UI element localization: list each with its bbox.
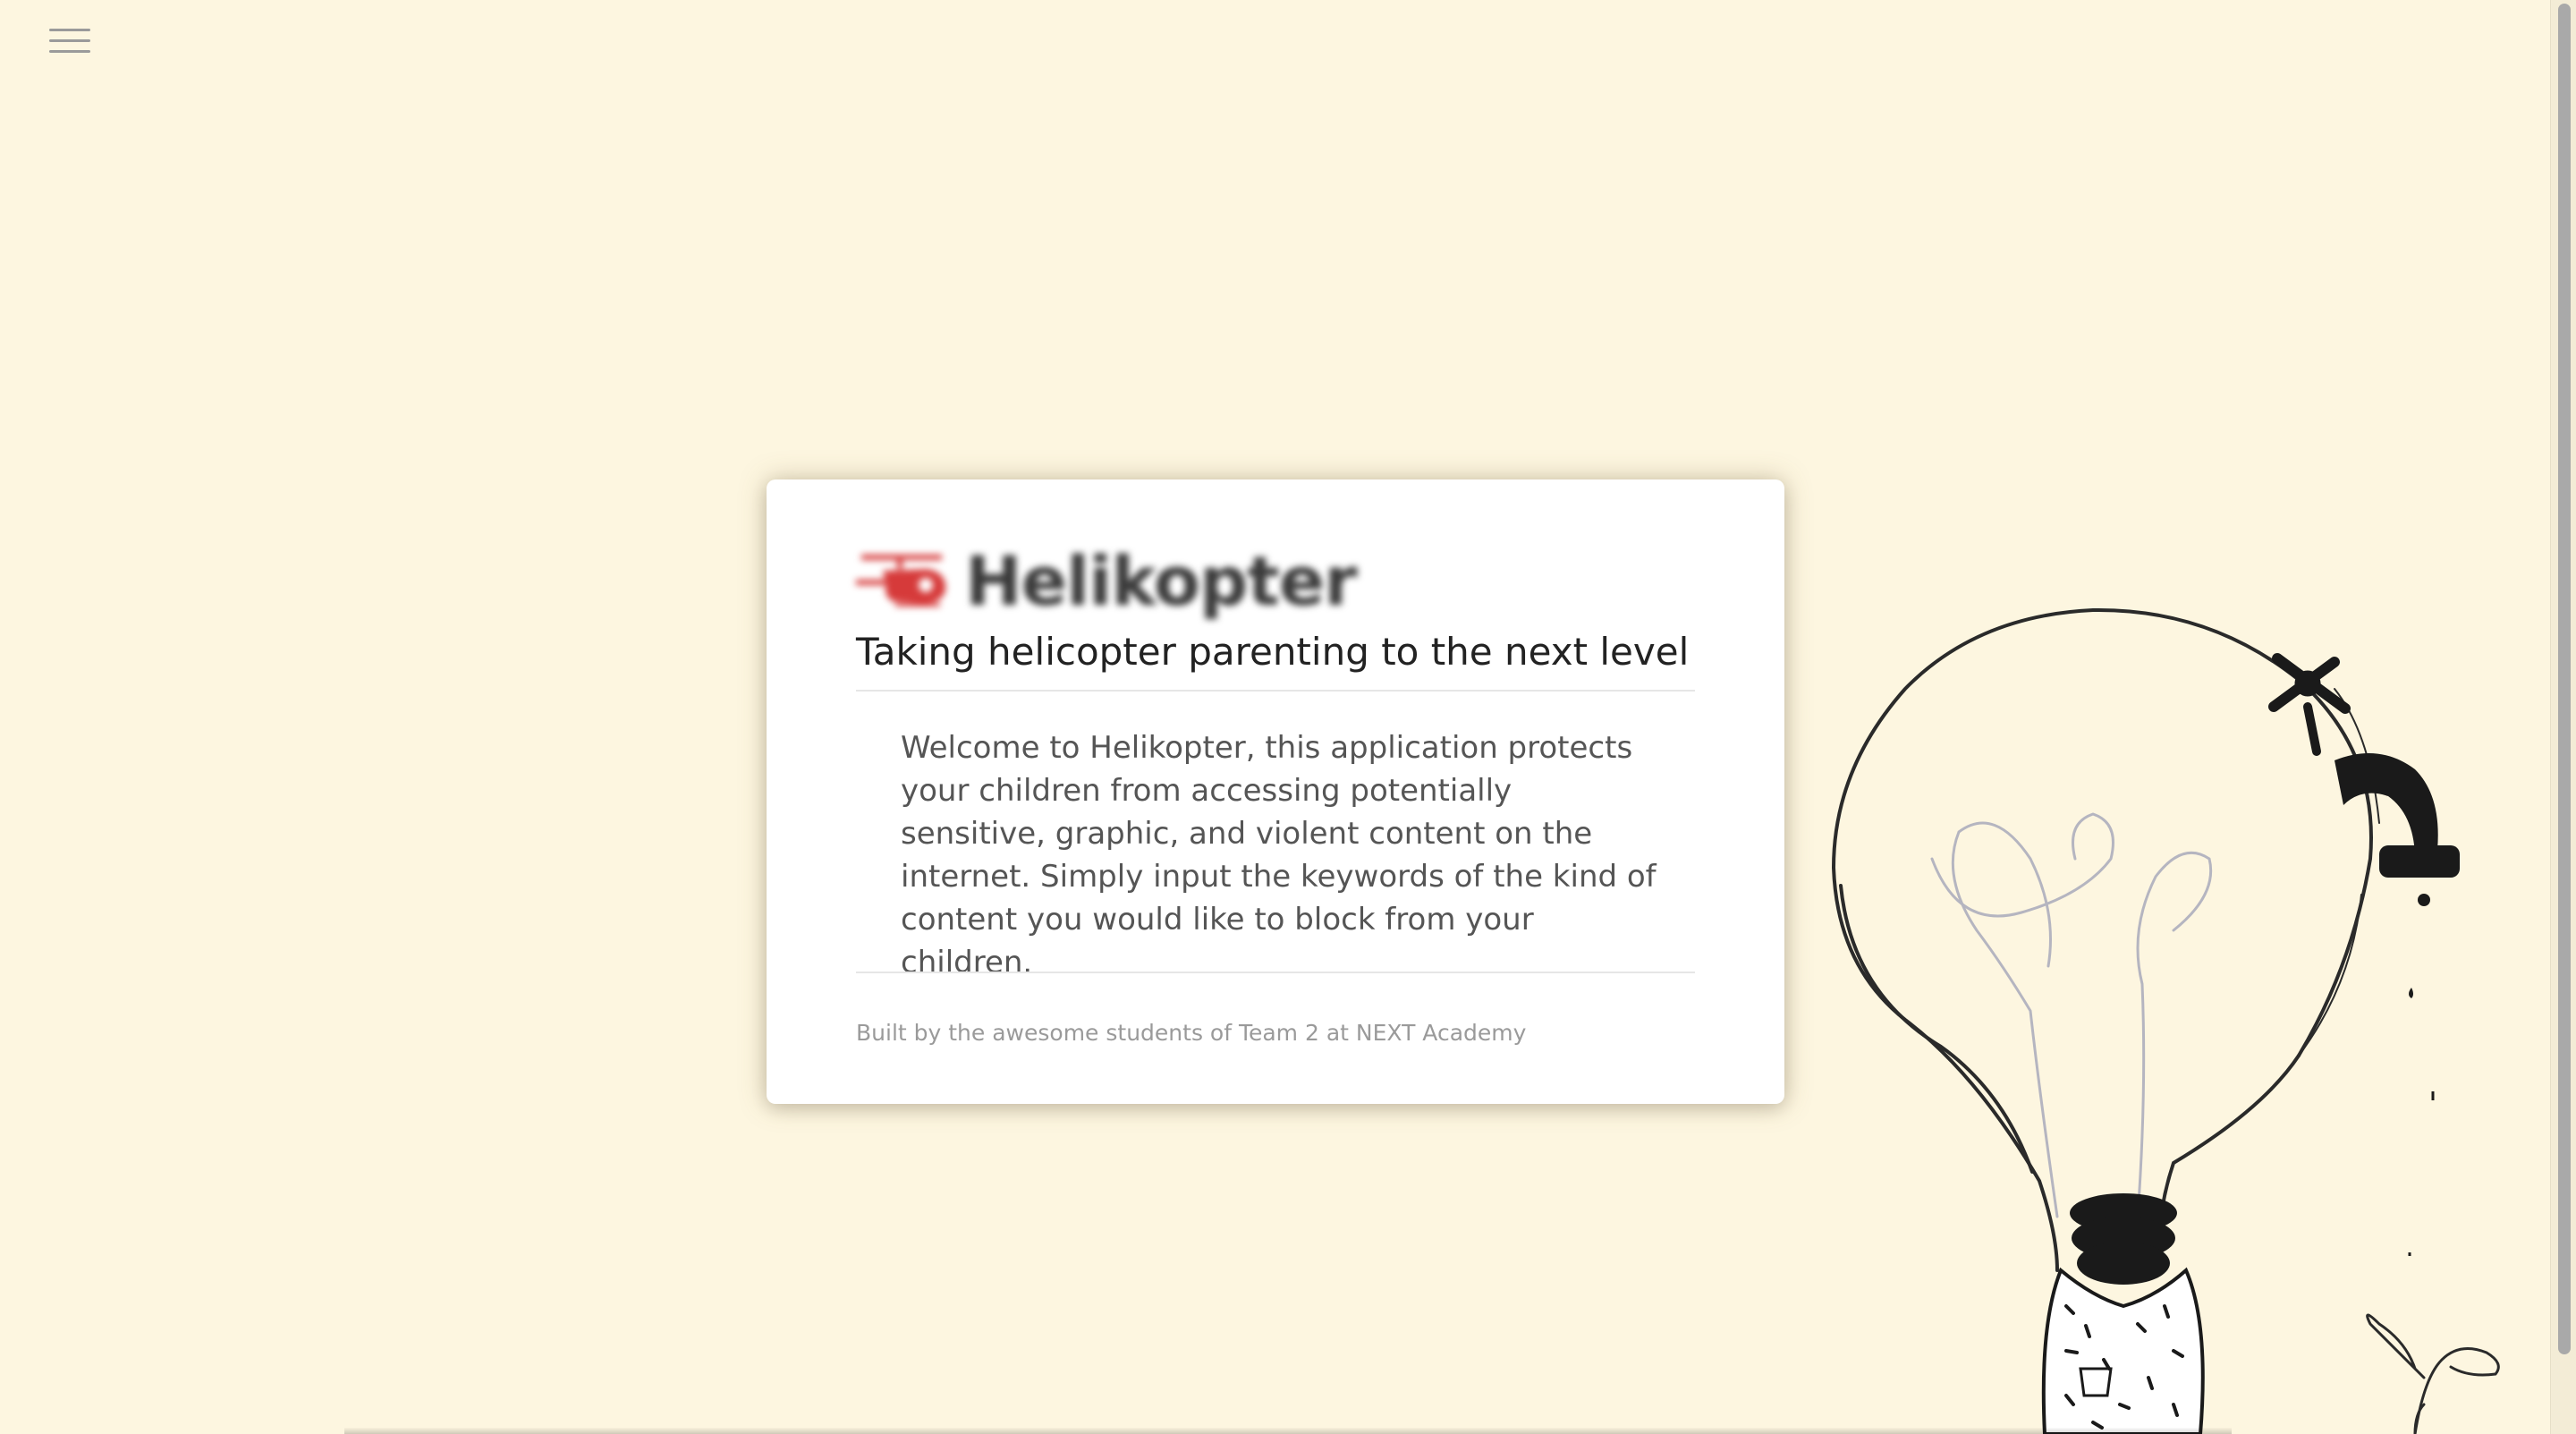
helikopter-logo: Helikopter [856,539,1358,628]
credits-text: Built by the awesome students of Team 2 … [856,1020,1527,1046]
divider [856,972,1695,973]
menu-line [49,50,90,53]
logo-wordmark: Helikopter [965,541,1358,621]
welcome-description: Welcome to Helikopter, this application … [901,730,1657,980]
menu-line [49,29,90,31]
page: Helikopter Taking helicopter parenting t… [0,0,2576,1434]
lightbulb-helicopter-illustration [1831,607,2500,1434]
menu-line [49,39,90,42]
bottom-edge-shadow [344,1428,2232,1434]
scrollbar[interactable] [2550,0,2576,1434]
helicopter-logo-icon [856,555,946,607]
page-title: Taking helicopter parenting to the next … [856,630,1690,674]
scrollbar-thumb[interactable] [2558,4,2571,1354]
divider [856,690,1695,692]
hamburger-menu-icon[interactable] [49,27,90,55]
welcome-card: Helikopter Taking helicopter parenting t… [767,479,1784,1104]
